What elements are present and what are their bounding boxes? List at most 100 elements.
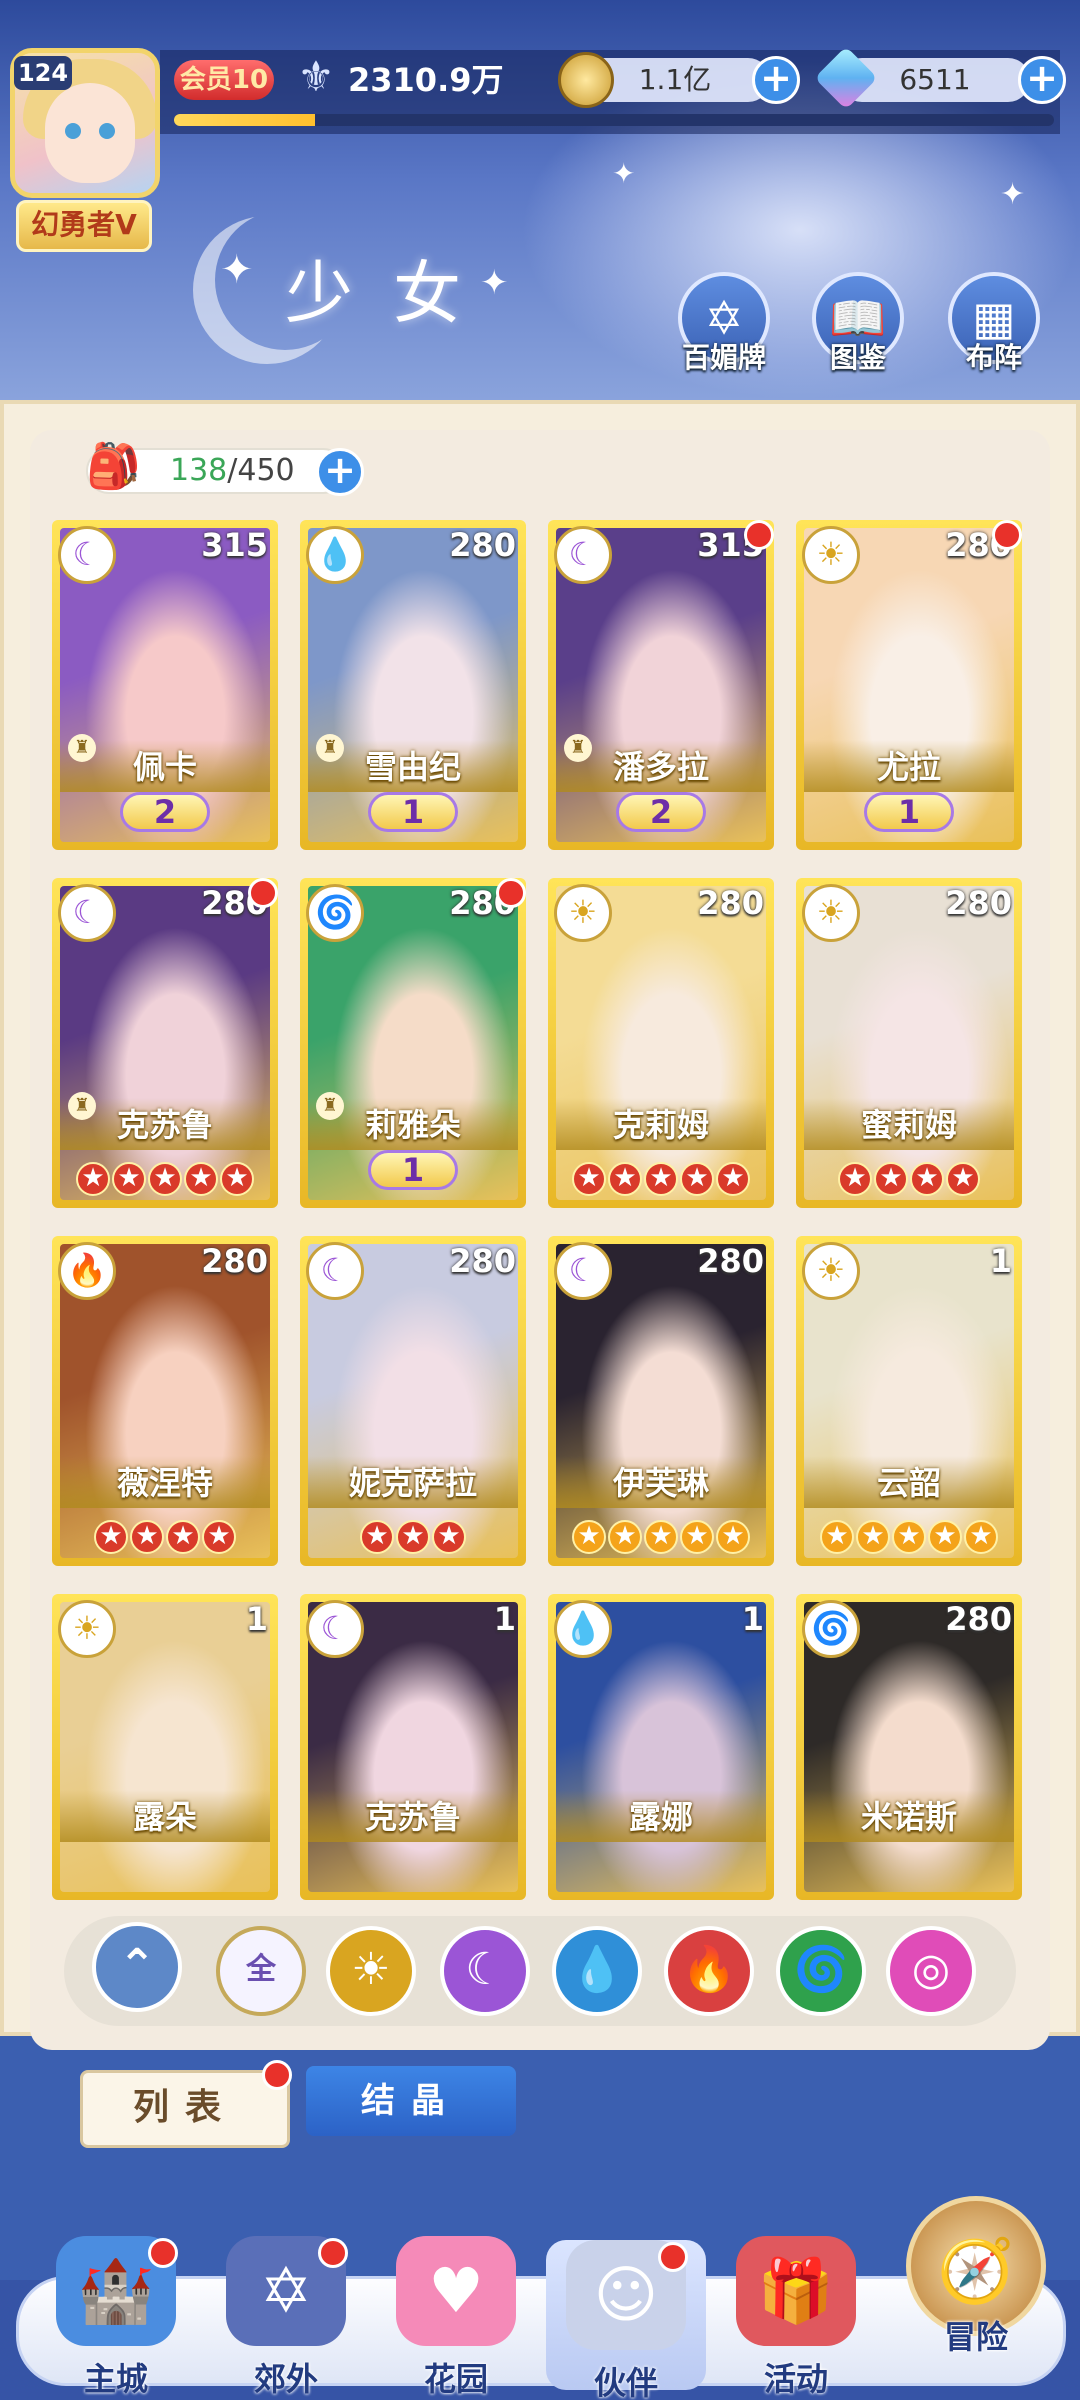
add-diamond-button[interactable]: + xyxy=(1018,56,1066,104)
partner-name: 妮克萨拉 xyxy=(348,1464,477,1502)
partner-card[interactable]: 💧 1 露娜 xyxy=(548,1594,774,1900)
filter-moon-button[interactable]: ☾ xyxy=(440,1926,530,2016)
partner-card[interactable]: ☾ 315 ♜ 潘多拉 2 xyxy=(548,520,774,850)
vip-badge[interactable]: 会员10 xyxy=(174,60,274,100)
roster-count: 138/450 xyxy=(170,452,295,490)
notification-dot xyxy=(992,520,1022,550)
star-icon: ★ xyxy=(608,1162,642,1196)
filter-sun-button[interactable]: ☀ xyxy=(326,1926,416,2016)
star-rating: ★ ★ ★ xyxy=(300,1520,526,1554)
codex-label: 图鉴 xyxy=(829,341,886,374)
star-icon: ★ xyxy=(220,1162,254,1196)
partner-card[interactable]: 🔥 280 薇涅特 ★ ★ ★ ★ xyxy=(52,1236,278,1566)
awakening-rank: 2 xyxy=(120,792,210,832)
collection-cards-button[interactable]: ✡ 百媚牌 xyxy=(674,272,774,376)
star-icon: ★ xyxy=(874,1162,908,1196)
partner-card[interactable]: ☀ 1 云韶 ★ ★ ★ ★ ★ xyxy=(796,1236,1022,1566)
collection-cards-label: 百媚牌 xyxy=(681,341,766,374)
partner-name: 佩卡 xyxy=(132,748,197,786)
partner-card[interactable]: ☀ 1 露朵 xyxy=(52,1594,278,1900)
roster-owned: 138 xyxy=(170,453,228,488)
partner-level: 280 xyxy=(201,1242,268,1280)
star-rating: ★ ★ ★ ★ ★ xyxy=(52,1162,278,1196)
partner-card[interactable]: 💧 280 ♜ 雪由纪 1 xyxy=(300,520,526,850)
wind-element-icon: 🌀 xyxy=(306,884,364,942)
partner-level: 280 xyxy=(449,1242,516,1280)
nav-portal-button[interactable]: ✡ 郊外 xyxy=(206,2236,366,2400)
codex-button[interactable]: 📖 图鉴 xyxy=(808,272,908,376)
sun-element-icon: ☀ xyxy=(802,884,860,942)
tab-list[interactable]: 列表 xyxy=(80,2070,290,2148)
partner-name: 莉雅朵 xyxy=(364,1106,461,1144)
moon-element-icon: ☾ xyxy=(554,526,612,584)
notification-dot xyxy=(248,878,278,908)
star-rating: ★ ★ ★ ★ xyxy=(796,1162,1022,1196)
partner-card[interactable]: ☾ 315 ♜ 佩卡 2 xyxy=(52,520,278,850)
nav-compass-button[interactable]: 🧭 冒险 xyxy=(896,2196,1056,2376)
filter-collapse-button[interactable]: ⌃ xyxy=(92,1922,182,2012)
filter-wind-button[interactable]: 🌀 xyxy=(776,1926,866,2016)
star-icon: ★ xyxy=(838,1162,872,1196)
fire-icon: 🔥 xyxy=(681,1944,737,1995)
partner-card[interactable]: 🌀 280 米诺斯 xyxy=(796,1594,1022,1900)
partner-level: 280 xyxy=(945,1600,1012,1638)
sun-element-icon: ☀ xyxy=(58,1600,116,1658)
filter-fire-button[interactable]: 🔥 xyxy=(664,1926,754,2016)
power-crest-icon: ⚜ xyxy=(297,52,335,101)
partner-card[interactable]: ☾ 280 ♜ 克苏鲁 ★ ★ ★ ★ ★ xyxy=(52,878,278,1208)
filter-arcane-button[interactable]: ◎ xyxy=(886,1926,976,2016)
awakening-rank: 2 xyxy=(616,792,706,832)
nav-partner-button[interactable]: ☺ 伙伴 xyxy=(546,2240,706,2400)
partner-card[interactable]: ☀ 280 尤拉 1 xyxy=(796,520,1022,850)
nav-heart-button[interactable]: ♥ 花园 xyxy=(376,2236,536,2400)
partner-name: 克莉姆 xyxy=(612,1106,709,1144)
sparkle-icon: ✦ xyxy=(612,157,636,190)
star-icon: ★ xyxy=(644,1520,678,1554)
partner-card[interactable]: ☀ 280 蜜莉姆 ★ ★ ★ ★ xyxy=(796,878,1022,1208)
partner-level: 280 xyxy=(697,1242,764,1280)
water-element-icon: 💧 xyxy=(306,526,364,584)
xp-progress-fill xyxy=(174,114,315,126)
nav-gift-button[interactable]: 🎁 活动 xyxy=(716,2236,876,2400)
notification-dot xyxy=(148,2238,178,2268)
fire-element-icon: 🔥 xyxy=(58,1242,116,1300)
partner-card[interactable]: 🌀 280 ♜ 莉雅朵 1 xyxy=(300,878,526,1208)
filter-all-button[interactable]: 全 xyxy=(216,1926,306,2016)
partner-name: 伊芙琳 xyxy=(612,1464,709,1502)
moon-element-icon: ☾ xyxy=(554,1242,612,1300)
nav-castle-button[interactable]: 🏰 主城 xyxy=(36,2236,196,2400)
partner-card[interactable]: ☾ 1 克苏鲁 xyxy=(300,1594,526,1900)
formation-button[interactable]: ▦ 布阵 xyxy=(944,272,1044,376)
expand-roster-button[interactable]: + xyxy=(316,448,364,496)
partner-level: 1 xyxy=(493,1600,516,1638)
star-icon: ★ xyxy=(680,1520,714,1554)
wind-icon: 🌀 xyxy=(793,1944,849,1995)
star-icon: ★ xyxy=(166,1520,200,1554)
filter-water-button[interactable]: 💧 xyxy=(552,1926,642,2016)
star-icon: ★ xyxy=(964,1520,998,1554)
partner-card[interactable]: ☾ 280 伊芙琳 ★ ★ ★ ★ ★ xyxy=(548,1236,774,1566)
moon-element-icon: ☾ xyxy=(58,884,116,942)
star-icon: ★ xyxy=(432,1520,466,1554)
star-icon: ★ xyxy=(716,1162,750,1196)
add-gold-button[interactable]: + xyxy=(752,56,800,104)
partner-name: 雪由纪 xyxy=(364,748,461,786)
arcane-icon: ◎ xyxy=(911,1944,951,1995)
partner-level: 1 xyxy=(245,1600,268,1638)
partner-card[interactable]: ☾ 280 妮克萨拉 ★ ★ ★ xyxy=(300,1236,526,1566)
partner-name: 克苏鲁 xyxy=(364,1798,461,1836)
star-icon: ★ xyxy=(910,1162,944,1196)
player-title-badge[interactable]: 幻勇者V xyxy=(16,200,152,252)
combat-power: 2310.9万 xyxy=(348,61,504,99)
nav-label: 花园 xyxy=(423,2360,488,2398)
heart-icon: ♥ xyxy=(396,2236,516,2346)
nav-label: 郊外 xyxy=(253,2360,318,2398)
notification-dot xyxy=(658,2242,688,2272)
tab-crystal[interactable]: 结晶 xyxy=(306,2066,516,2136)
star-icon: ★ xyxy=(202,1520,236,1554)
star-icon: ★ xyxy=(112,1162,146,1196)
all-icon: 全 xyxy=(246,1952,276,1987)
partner-card[interactable]: ☀ 280 克莉姆 ★ ★ ★ ★ ★ xyxy=(548,878,774,1208)
partner-level: 1 xyxy=(989,1242,1012,1280)
star-icon: ★ xyxy=(716,1520,750,1554)
